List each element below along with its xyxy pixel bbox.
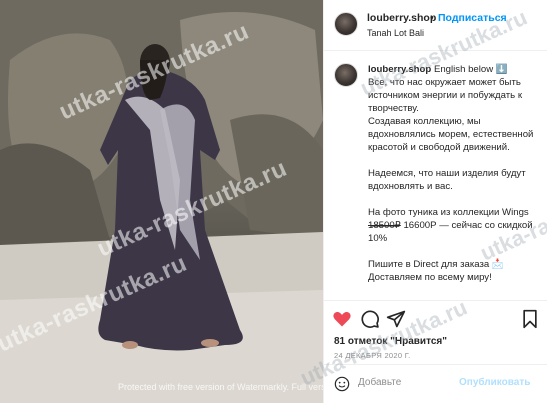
caption-text: Надеемся, что наши изделия будут вдохнов…	[368, 168, 526, 192]
comment-bar: Добавьте Опубликовать	[324, 364, 547, 404]
comment-icon[interactable]	[360, 309, 380, 329]
post-caption: louberry.shop English below ⬇️ Все, что …	[368, 63, 538, 297]
caption-text: Пишите в Direct для заказа 📩 Доставляем …	[368, 259, 504, 283]
post-sidebar: louberry.shop • Подписаться Tanah Lot Ba…	[296, 0, 547, 404]
heart-icon[interactable]	[332, 309, 352, 329]
bookmark-icon[interactable]	[520, 309, 540, 329]
comment-input[interactable]: Добавьте	[358, 377, 401, 388]
emoji-icon[interactable]	[334, 376, 350, 392]
post-photo[interactable]: utka-raskrutka.ru utka-raskrutka.ru utka…	[0, 0, 323, 403]
separator: •	[430, 12, 434, 24]
location-link[interactable]: Tanah Lot Bali	[367, 28, 424, 38]
publish-button[interactable]: Опубликовать	[459, 377, 530, 388]
username-link[interactable]: louberry.shop	[367, 12, 436, 24]
avatar[interactable]	[334, 12, 358, 36]
caption-avatar[interactable]	[334, 63, 358, 87]
old-price: 1̶8̶5̶0̶0̶₽	[368, 220, 401, 231]
caption-text: На фото туника из коллекции Wings	[368, 207, 529, 218]
watermark-notice: Protected with free version of Watermark…	[118, 382, 323, 392]
